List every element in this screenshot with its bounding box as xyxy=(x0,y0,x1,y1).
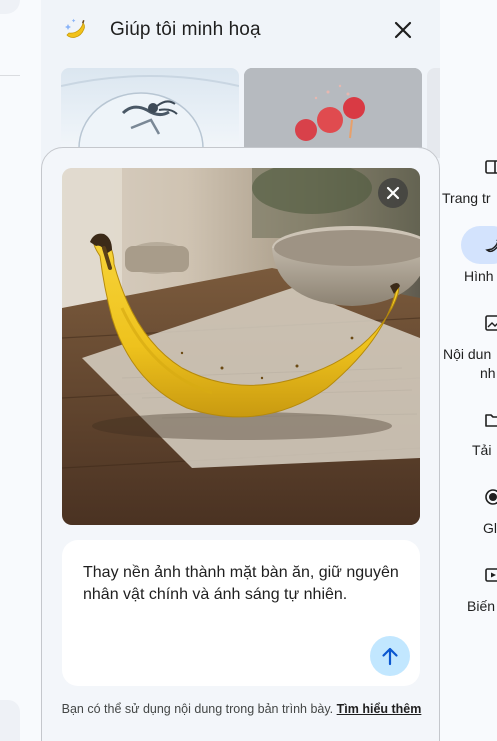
remove-image-icon[interactable] xyxy=(378,178,408,208)
disclaimer-text: Bạn có thể sử dụng nội dung trong bản tr… xyxy=(61,702,334,716)
rail-label: Tải xyxy=(472,442,492,458)
side-rail: Trang tr Hình Nội dun nh Tải Gl Biến xyxy=(440,0,497,741)
banana-icon xyxy=(65,18,85,38)
rail-label: Hình xyxy=(464,268,494,284)
banana-photo xyxy=(62,168,420,525)
panel-title: Giúp tôi minh hoạ xyxy=(110,19,261,40)
image-edit-icon xyxy=(485,315,497,331)
rail-label: Trang tr xyxy=(442,190,491,206)
suggestion-thumbnail[interactable] xyxy=(61,68,239,158)
page-background xyxy=(0,0,41,741)
suggestion-thumbnails xyxy=(61,68,440,158)
panel-header: Giúp tôi minh hoạ xyxy=(41,0,440,62)
prompt-text[interactable]: Thay nền ảnh thành mặt bàn ăn, giữ nguyê… xyxy=(83,562,403,606)
generated-image xyxy=(62,168,420,525)
folder-icon xyxy=(485,414,497,427)
page-element-stub xyxy=(0,0,20,14)
rail-label: Gl xyxy=(483,520,497,536)
prompt-input[interactable]: Thay nền ảnh thành mặt bàn ăn, giữ nguyê… xyxy=(62,540,420,686)
send-icon[interactable] xyxy=(370,636,410,676)
suggestion-thumbnail[interactable] xyxy=(244,68,422,158)
banana-icon xyxy=(485,239,497,253)
page-element-stub xyxy=(0,700,20,741)
divider xyxy=(0,75,20,76)
video-icon xyxy=(485,568,497,582)
rail-label: nh xyxy=(480,365,496,381)
layout-icon xyxy=(485,160,497,174)
rail-label: Nội dun xyxy=(443,346,492,362)
suggestion-thumbnail[interactable] xyxy=(427,68,440,158)
generated-image-dialog: Thay nền ảnh thành mặt bàn ăn, giữ nguyê… xyxy=(41,147,440,741)
close-icon[interactable] xyxy=(390,17,416,43)
learn-more-link[interactable]: Tìm hiểu thêm xyxy=(337,702,422,716)
record-icon xyxy=(485,489,497,505)
usage-disclaimer: Bạn có thể sử dụng nội dung trong bản tr… xyxy=(42,700,441,719)
rail-label: Biến xyxy=(467,598,496,614)
